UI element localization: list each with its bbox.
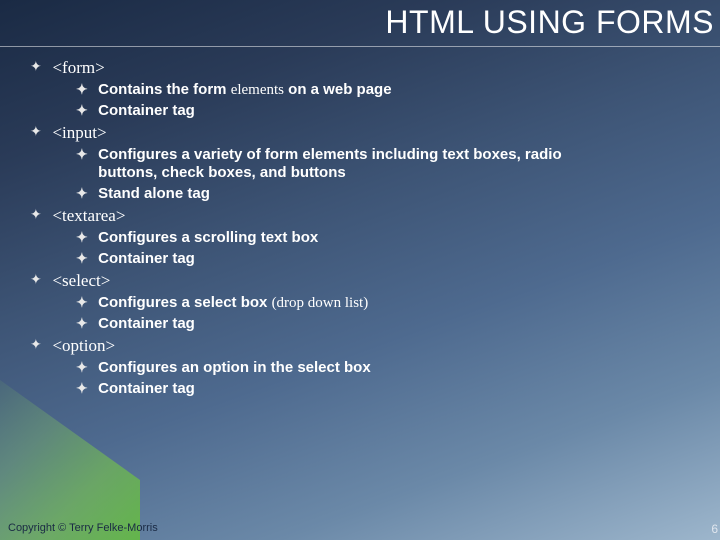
sub-item: ✦ Container tag (76, 315, 680, 333)
sub-item: ✦ Configures a select box (drop down lis… (76, 294, 680, 312)
bullet-icon: ✦ (76, 102, 94, 119)
item-label: <input> (52, 123, 106, 142)
bullet-icon: ✦ (76, 380, 94, 397)
sub-text: Configures a select box (drop down list) (98, 294, 368, 312)
sub-text: Container tag (98, 102, 195, 120)
sub-item: ✦ Configures a scrolling text box (76, 229, 680, 247)
sub-item: ✦ Stand alone tag (76, 185, 680, 203)
sub-item: ✦ Container tag (76, 380, 680, 398)
sub-text: Stand alone tag (98, 185, 210, 203)
bullet-icon: ✦ (30, 336, 48, 353)
sub-text: Configures an option in the select box (98, 359, 371, 377)
bullet-icon: ✦ (76, 359, 94, 376)
bullet-icon: ✦ (30, 206, 48, 223)
bullet-icon: ✦ (76, 185, 94, 202)
sub-item: ✦ Contains the form elements on a web pa… (76, 81, 680, 99)
bullet-icon: ✦ (76, 81, 94, 98)
sub-item: ✦ Container tag (76, 102, 680, 120)
item-label: <form> (52, 58, 104, 77)
slide-title: HTML USING FORMS (385, 4, 714, 41)
sub-text: Contains the form elements on a web page (98, 81, 391, 99)
sub-text: Configures a scrolling text box (98, 229, 318, 247)
bullet-icon: ✦ (30, 123, 48, 140)
sub-item: ✦ Configures an option in the select box (76, 359, 680, 377)
content-area: ✦ <form> ✦ Contains the form elements on… (30, 56, 680, 401)
bullet-icon: ✦ (30, 271, 48, 288)
list-item: ✦ <select> (30, 271, 680, 291)
bullet-icon: ✦ (76, 315, 94, 332)
item-label: <option> (52, 336, 115, 355)
sub-text: Configures a variety of form elements in… (98, 146, 618, 182)
bullet-icon: ✦ (76, 294, 94, 311)
list-item: ✦ <option> (30, 336, 680, 356)
title-underline (0, 46, 720, 47)
sub-text: Container tag (98, 315, 195, 333)
sub-item: ✦ Container tag (76, 250, 680, 268)
sub-item: ✦ Configures a variety of form elements … (76, 146, 680, 182)
item-label: <textarea> (52, 206, 125, 225)
bullet-icon: ✦ (76, 146, 94, 163)
bullet-icon: ✦ (30, 58, 48, 75)
slide: HTML USING FORMS ✦ <form> ✦ Contains the… (0, 0, 720, 540)
sub-text: Container tag (98, 380, 195, 398)
list-item: ✦ <form> (30, 58, 680, 78)
item-label: <select> (52, 271, 110, 290)
bullet-icon: ✦ (76, 229, 94, 246)
copyright-footer: Copyright © Terry Felke-Morris (8, 522, 158, 534)
list-item: ✦ <input> (30, 123, 680, 143)
sub-text: Container tag (98, 250, 195, 268)
page-number: 6 (711, 522, 718, 536)
bullet-icon: ✦ (76, 250, 94, 267)
list-item: ✦ <textarea> (30, 206, 680, 226)
